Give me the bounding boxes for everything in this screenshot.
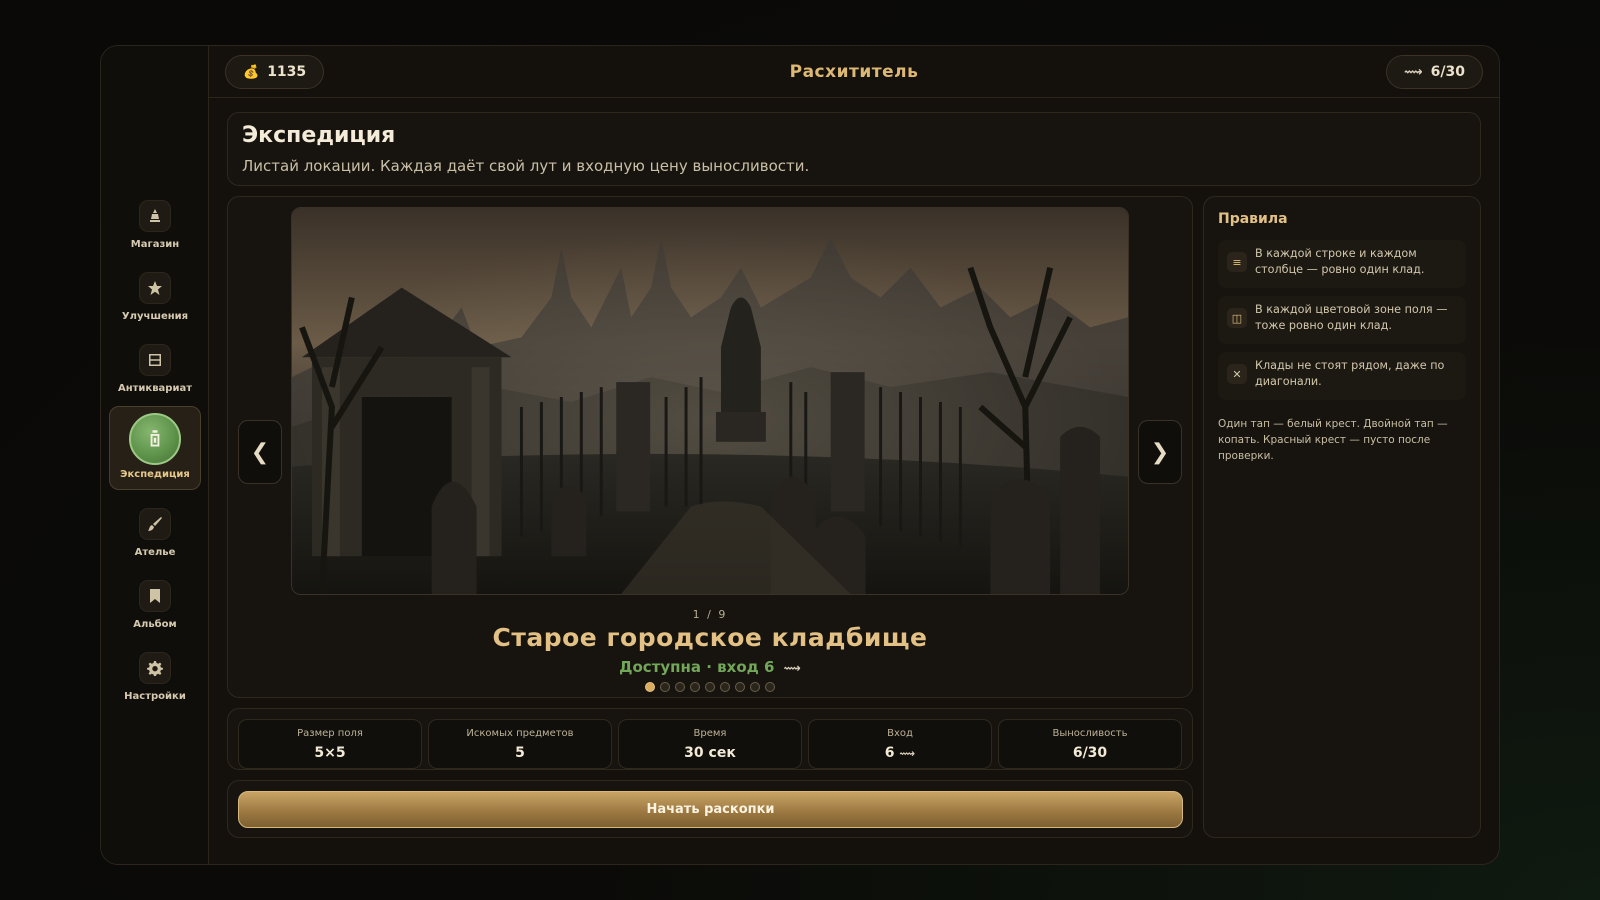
carousel-dot[interactable] xyxy=(675,682,685,692)
gear-icon xyxy=(139,652,171,684)
stat-items-count: Искомых предметов 5 xyxy=(428,719,612,769)
sidebar-item-upgrades[interactable]: Улучшения xyxy=(109,268,201,332)
location-image[interactable] xyxy=(291,207,1129,595)
star-icon xyxy=(139,272,171,304)
start-digging-button[interactable]: Начать раскопки xyxy=(238,791,1183,828)
rule-item: ≡ В каждой строке и каждом столбце — ров… xyxy=(1218,240,1466,288)
sidebar-item-label: Настройки xyxy=(124,691,186,702)
top-bar: 💰 1135 Расхититель ⟿ 6/30 xyxy=(209,46,1499,98)
carousel-dot[interactable] xyxy=(750,682,760,692)
carousel-dots xyxy=(228,682,1192,692)
bookmark-icon xyxy=(139,580,171,612)
page-title: Экспедиция xyxy=(242,123,396,148)
sidebar-item-antiques[interactable]: Антиквариат xyxy=(109,340,201,404)
key-icon: ⟿ xyxy=(899,747,916,760)
rules-note: Один тап — белый крест. Двойной тап — ко… xyxy=(1218,418,1448,462)
game-window: Магазин Улучшения Антиквариат Экспедиция… xyxy=(100,45,1500,865)
carousel-dot[interactable] xyxy=(720,682,730,692)
next-location-button[interactable]: ❯ xyxy=(1138,420,1182,484)
sidebar-item-shop[interactable]: Магазин xyxy=(109,196,201,260)
chevron-left-icon: ❮ xyxy=(250,439,270,465)
carousel-dot[interactable] xyxy=(690,682,700,692)
stamina-counter[interactable]: ⟿ 6/30 xyxy=(1386,55,1483,89)
sidebar-item-label: Магазин xyxy=(130,239,180,250)
sidebar-item-atelier[interactable]: Ателье xyxy=(109,504,201,568)
stamina-value: 6/30 xyxy=(1430,64,1465,80)
sidebar-item-label: Ателье xyxy=(134,547,176,558)
sidebar-item-label: Улучшения xyxy=(121,311,189,322)
stat-stamina: Выносливость 6/30 xyxy=(998,719,1182,769)
stat-time: Время 30 сек xyxy=(618,719,802,769)
sidebar-item-expedition[interactable]: Экспедиция xyxy=(109,406,201,490)
shop-icon xyxy=(139,200,171,232)
stat-entry-cost: Вход 6 ⟿ xyxy=(808,719,992,769)
rule-item: ✕ Клады не стоят рядом, даже по диагонал… xyxy=(1218,352,1466,400)
action-panel: Начать раскопки xyxy=(227,780,1193,838)
location-stats: Размер поля 5×5 Искомых предметов 5 Врем… xyxy=(227,708,1193,770)
game-title: Расхититель xyxy=(789,62,919,82)
prev-location-button[interactable]: ❮ xyxy=(238,420,282,484)
lantern-icon xyxy=(129,413,181,465)
sidebar-item-settings[interactable]: Настройки xyxy=(109,648,201,712)
location-status: Доступна · вход 6 ⟿ xyxy=(619,658,801,676)
carousel-dot[interactable] xyxy=(645,682,655,692)
rules-panel: Правила ≡ В каждой строке и каждом столб… xyxy=(1203,196,1481,838)
gothic-cemetery-scene xyxy=(292,208,1128,594)
location-counter: 1 / 9 xyxy=(692,608,728,621)
carousel-dot[interactable] xyxy=(660,682,670,692)
sidebar-item-label: Антиквариат xyxy=(117,383,193,394)
key-icon: ⟿ xyxy=(1404,64,1423,80)
stat-field-size: Размер поля 5×5 xyxy=(238,719,422,769)
location-carousel: ❮ ❯ 1 / 9 Старое городское кладбище Дост… xyxy=(227,196,1193,698)
rules-title: Правила xyxy=(1218,211,1288,227)
sidebar: Магазин Улучшения Антиквариат Экспедиция… xyxy=(101,46,209,864)
section-header: Экспедиция Листай локации. Каждая даёт с… xyxy=(227,112,1481,186)
carousel-dot[interactable] xyxy=(765,682,775,692)
sidebar-item-label: Экспедиция xyxy=(120,469,190,480)
cabinet-icon xyxy=(139,344,171,376)
location-name: Старое городское кладбище xyxy=(492,623,928,652)
cross-icon: ✕ xyxy=(1227,364,1247,384)
carousel-dot[interactable] xyxy=(705,682,715,692)
key-icon: ⟿ xyxy=(783,661,801,675)
carousel-dot[interactable] xyxy=(735,682,745,692)
sidebar-item-album[interactable]: Альбом xyxy=(109,576,201,640)
rule-item: ◫ В каждой цветовой зоне поля — тоже ров… xyxy=(1218,296,1466,344)
rows-icon: ≡ xyxy=(1227,252,1247,272)
zone-icon: ◫ xyxy=(1227,308,1247,328)
sidebar-item-label: Альбом xyxy=(133,619,177,630)
page-subtitle: Листай локации. Каждая даёт свой лут и в… xyxy=(242,157,810,175)
brush-icon xyxy=(139,508,171,540)
chevron-right-icon: ❯ xyxy=(1150,439,1170,465)
